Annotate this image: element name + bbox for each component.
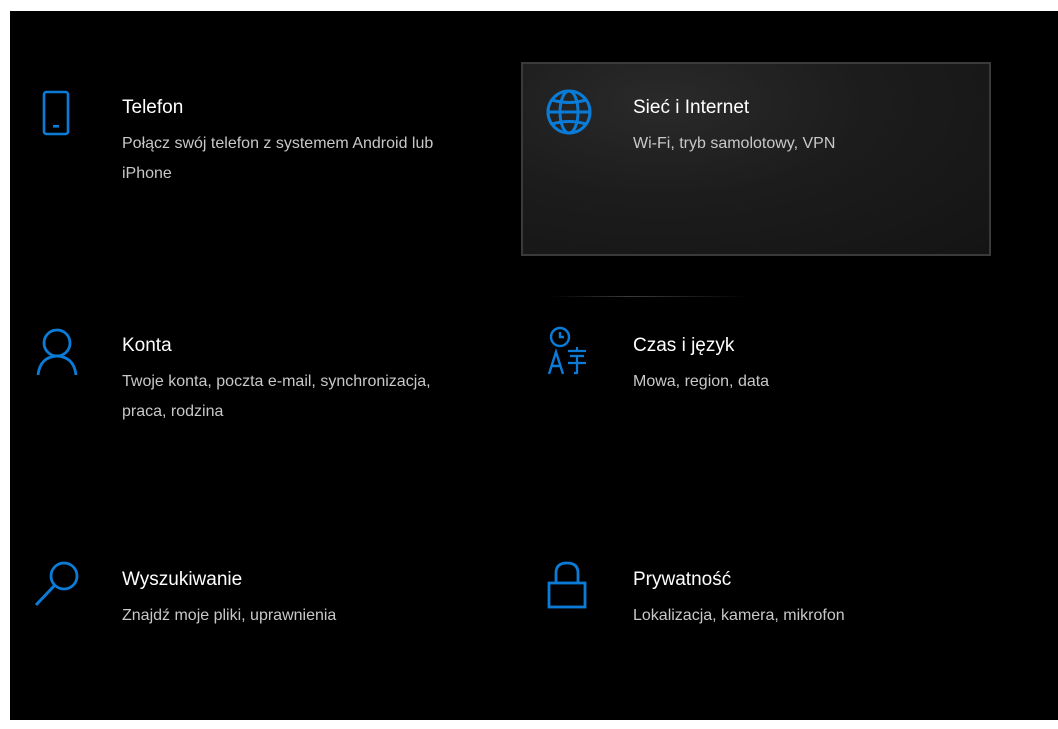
tile-prywatnosc[interactable]: Prywatność Lokalizacja, kamera, mikrofon <box>521 535 991 729</box>
lock-icon <box>541 559 593 611</box>
tile-siec-i-internet[interactable]: Sieć i Internet Wi-Fi, tryb samolotowy, … <box>521 62 991 256</box>
tile-czas-i-jezyk[interactable]: Czas i język Mowa, region, data <box>521 301 991 495</box>
divider <box>550 296 750 297</box>
tile-description: Twoje konta, poczta e-mail, synchronizac… <box>122 373 431 420</box>
person-icon <box>30 325 82 377</box>
tile-title: Telefon <box>122 97 184 118</box>
tile-title: Prywatność <box>633 569 732 590</box>
tile-description: Lokalizacja, kamera, mikrofon <box>633 607 845 624</box>
settings-window: Telefon Połącz swój telefon z systemem A… <box>10 11 1058 720</box>
tile-title: Czas i język <box>633 335 735 356</box>
tile-telefon[interactable]: Telefon Połącz swój telefon z systemem A… <box>10 63 480 257</box>
time-language-icon <box>541 325 593 377</box>
tile-title: Wyszukiwanie <box>122 569 243 590</box>
globe-icon <box>543 86 595 138</box>
tile-description: Wi-Fi, tryb samolotowy, VPN <box>633 135 836 152</box>
tile-description: Mowa, region, data <box>633 373 770 390</box>
tile-description: Połącz swój telefon z systemem Android l… <box>122 135 434 182</box>
tile-wyszukiwanie[interactable]: Wyszukiwanie Znajdź moje pliki, uprawnie… <box>10 535 480 729</box>
tile-description: Znajdź moje pliki, uprawnienia <box>122 607 337 624</box>
tile-title: Sieć i Internet <box>633 97 750 118</box>
phone-icon <box>30 87 82 139</box>
tile-title: Konta <box>122 335 172 356</box>
search-icon <box>30 559 82 611</box>
tile-konta[interactable]: Konta Twoje konta, poczta e-mail, synchr… <box>10 301 480 495</box>
